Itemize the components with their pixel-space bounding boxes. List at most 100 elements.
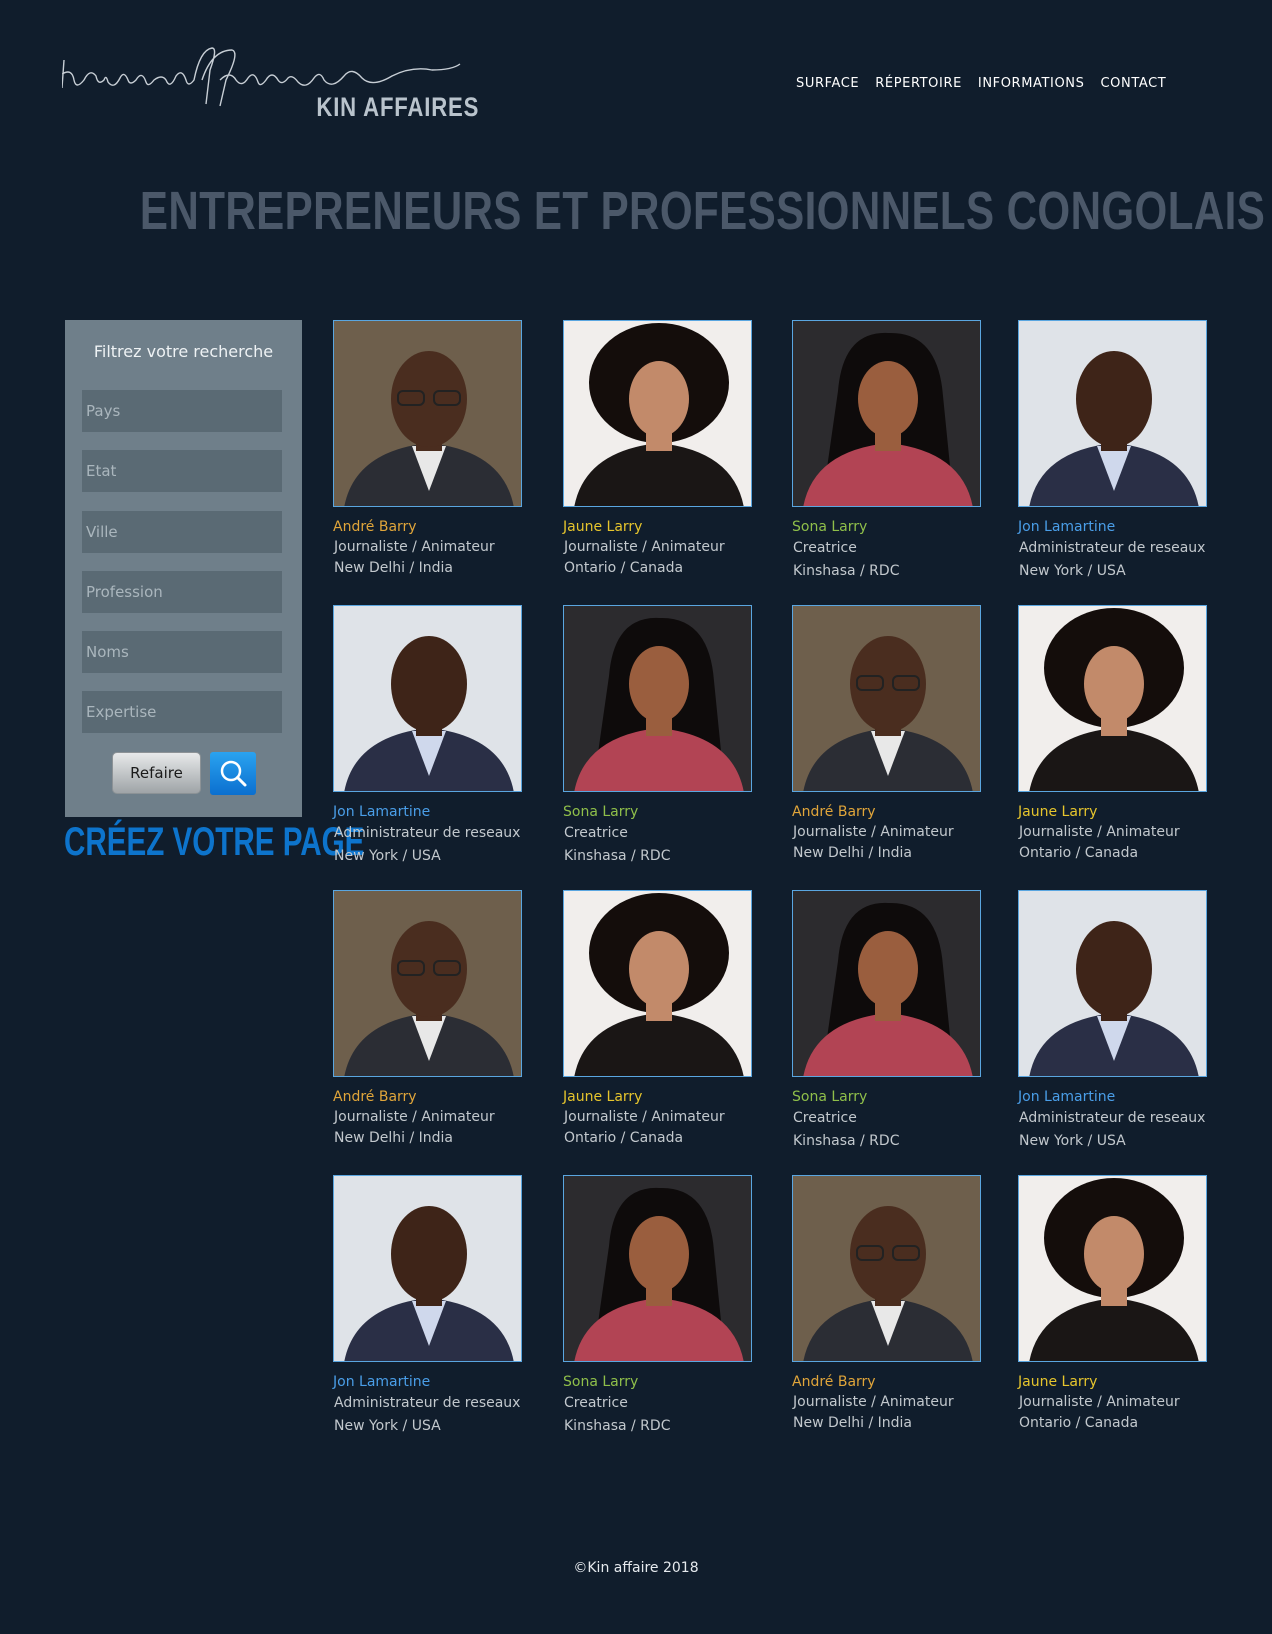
portrait-image bbox=[1019, 606, 1206, 791]
portrait-image bbox=[564, 1176, 751, 1361]
portrait-image bbox=[334, 321, 521, 506]
search-button[interactable] bbox=[210, 752, 256, 795]
profile-name[interactable]: Jon Lamartine bbox=[1018, 1089, 1115, 1105]
profile-photo[interactable] bbox=[563, 890, 752, 1077]
profile-location: New Delhi / India bbox=[793, 1415, 913, 1431]
profile-role: Administrateur de reseaux bbox=[334, 1395, 521, 1411]
profile-photo[interactable] bbox=[563, 1175, 752, 1362]
portrait-image bbox=[334, 1176, 521, 1361]
portrait-image bbox=[1019, 891, 1206, 1076]
profile-location: New Delhi / India bbox=[793, 845, 913, 861]
profile-role: Creatrice bbox=[793, 540, 857, 556]
portrait-image bbox=[564, 606, 751, 791]
profile-name[interactable]: Sona Larry bbox=[792, 519, 867, 535]
profile-name[interactable]: Jaune Larry bbox=[1018, 804, 1097, 820]
profile-name[interactable]: André Barry bbox=[792, 1374, 876, 1390]
expertise-input[interactable] bbox=[82, 691, 282, 733]
nav-item-informations[interactable]: INFORMATIONS bbox=[978, 76, 1085, 91]
site-logo[interactable]: KIN AFFAIRES bbox=[62, 40, 480, 130]
portrait-image bbox=[793, 891, 980, 1076]
profile-photo[interactable] bbox=[333, 890, 522, 1077]
ville-input[interactable] bbox=[82, 511, 282, 553]
profile-photo[interactable] bbox=[563, 320, 752, 507]
footer-copyright: ©Kin affaire 2018 bbox=[573, 1560, 699, 1576]
main-nav: SURFACE RÉPERTOIRE INFORMATIONS CONTACT bbox=[796, 76, 1166, 91]
profile-location: Ontario / Canada bbox=[564, 560, 684, 576]
profile-location: Kinshasa / RDC bbox=[793, 1133, 900, 1149]
profile-role: Journaliste / Animateur bbox=[793, 1394, 954, 1410]
portrait-image bbox=[793, 1176, 980, 1361]
profile-role: Journaliste / Animateur bbox=[1019, 1394, 1180, 1410]
profile-photo[interactable] bbox=[1018, 605, 1207, 792]
create-page-link[interactable]: CRÉEZ VOTRE PAGE bbox=[64, 820, 364, 865]
profile-role: Journaliste / Animateur bbox=[564, 1109, 725, 1125]
profile-role: Journaliste / Animateur bbox=[334, 1109, 495, 1125]
profile-name[interactable]: Jaune Larry bbox=[563, 1089, 642, 1105]
profile-role: Creatrice bbox=[793, 1110, 857, 1126]
profile-location: New York / USA bbox=[334, 848, 441, 864]
profile-role: Journaliste / Animateur bbox=[334, 539, 495, 555]
profile-photo[interactable] bbox=[563, 605, 752, 792]
profile-name[interactable]: Jaune Larry bbox=[1018, 1374, 1097, 1390]
portrait-image bbox=[793, 606, 980, 791]
page-title: ENTREPRENEURS ET PROFESSIONNELS CONGOLAI… bbox=[139, 181, 1266, 241]
profile-photo[interactable] bbox=[1018, 1175, 1207, 1362]
nav-item-repertoire[interactable]: RÉPERTOIRE bbox=[875, 76, 962, 91]
pays-input[interactable] bbox=[82, 390, 282, 432]
profile-name[interactable]: André Barry bbox=[792, 804, 876, 820]
profile-name[interactable]: Jon Lamartine bbox=[1018, 519, 1115, 535]
profile-role: Administrateur de reseaux bbox=[334, 825, 521, 841]
profile-location: New Delhi / India bbox=[334, 1130, 454, 1146]
portrait-image bbox=[564, 891, 751, 1076]
profile-name[interactable]: Sona Larry bbox=[563, 1374, 638, 1390]
profile-name[interactable]: André Barry bbox=[333, 1089, 417, 1105]
profile-name[interactable]: André Barry bbox=[333, 519, 417, 535]
portrait-image bbox=[334, 891, 521, 1076]
portrait-image bbox=[564, 321, 751, 506]
profile-role: Journaliste / Animateur bbox=[1019, 824, 1180, 840]
profile-photo[interactable] bbox=[792, 605, 981, 792]
nav-item-contact[interactable]: CONTACT bbox=[1100, 76, 1166, 91]
profile-photo[interactable] bbox=[333, 605, 522, 792]
profile-role: Administrateur de reseaux bbox=[1019, 540, 1206, 556]
etat-input[interactable] bbox=[82, 450, 282, 492]
profile-photo[interactable] bbox=[333, 1175, 522, 1362]
profile-location: Ontario / Canada bbox=[564, 1130, 684, 1146]
portrait-image bbox=[793, 321, 980, 506]
profession-input[interactable] bbox=[82, 571, 282, 613]
profile-role: Journaliste / Animateur bbox=[793, 824, 954, 840]
profile-location: Ontario / Canada bbox=[1019, 1415, 1139, 1431]
noms-input[interactable] bbox=[82, 631, 282, 673]
profile-photo[interactable] bbox=[792, 890, 981, 1077]
profile-role: Administrateur de reseaux bbox=[1019, 1110, 1206, 1126]
profile-photo[interactable] bbox=[333, 320, 522, 507]
profile-photo[interactable] bbox=[1018, 320, 1207, 507]
profile-location: New York / USA bbox=[1019, 1133, 1126, 1149]
profile-location: New York / USA bbox=[1019, 563, 1126, 579]
profile-location: Kinshasa / RDC bbox=[564, 848, 671, 864]
filter-panel: Filtrez votre recherche Refaire bbox=[65, 320, 302, 817]
profile-role: Journaliste / Animateur bbox=[564, 539, 725, 555]
portrait-image bbox=[334, 606, 521, 791]
profile-location: Kinshasa / RDC bbox=[793, 563, 900, 579]
profile-name[interactable]: Sona Larry bbox=[563, 804, 638, 820]
profile-name[interactable]: Jaune Larry bbox=[563, 519, 642, 535]
profile-role: Creatrice bbox=[564, 1395, 628, 1411]
profile-location: New York / USA bbox=[334, 1418, 441, 1434]
profile-location: Kinshasa / RDC bbox=[564, 1418, 671, 1434]
profile-role: Creatrice bbox=[564, 825, 628, 841]
search-icon bbox=[220, 760, 247, 786]
profile-location: Ontario / Canada bbox=[1019, 845, 1139, 861]
nav-item-surface[interactable]: SURFACE bbox=[796, 76, 859, 91]
profile-photo[interactable] bbox=[1018, 890, 1207, 1077]
profile-photo[interactable] bbox=[792, 1175, 981, 1362]
portrait-image bbox=[1019, 1176, 1206, 1361]
profile-name[interactable]: Jon Lamartine bbox=[333, 804, 430, 820]
profile-name[interactable]: Sona Larry bbox=[792, 1089, 867, 1105]
profile-name[interactable]: Jon Lamartine bbox=[333, 1374, 430, 1390]
portrait-image bbox=[1019, 321, 1206, 506]
reset-button[interactable]: Refaire bbox=[112, 752, 201, 794]
profile-location: New Delhi / India bbox=[334, 560, 454, 576]
profile-photo[interactable] bbox=[792, 320, 981, 507]
logo-text: KIN AFFAIRES bbox=[316, 92, 480, 122]
